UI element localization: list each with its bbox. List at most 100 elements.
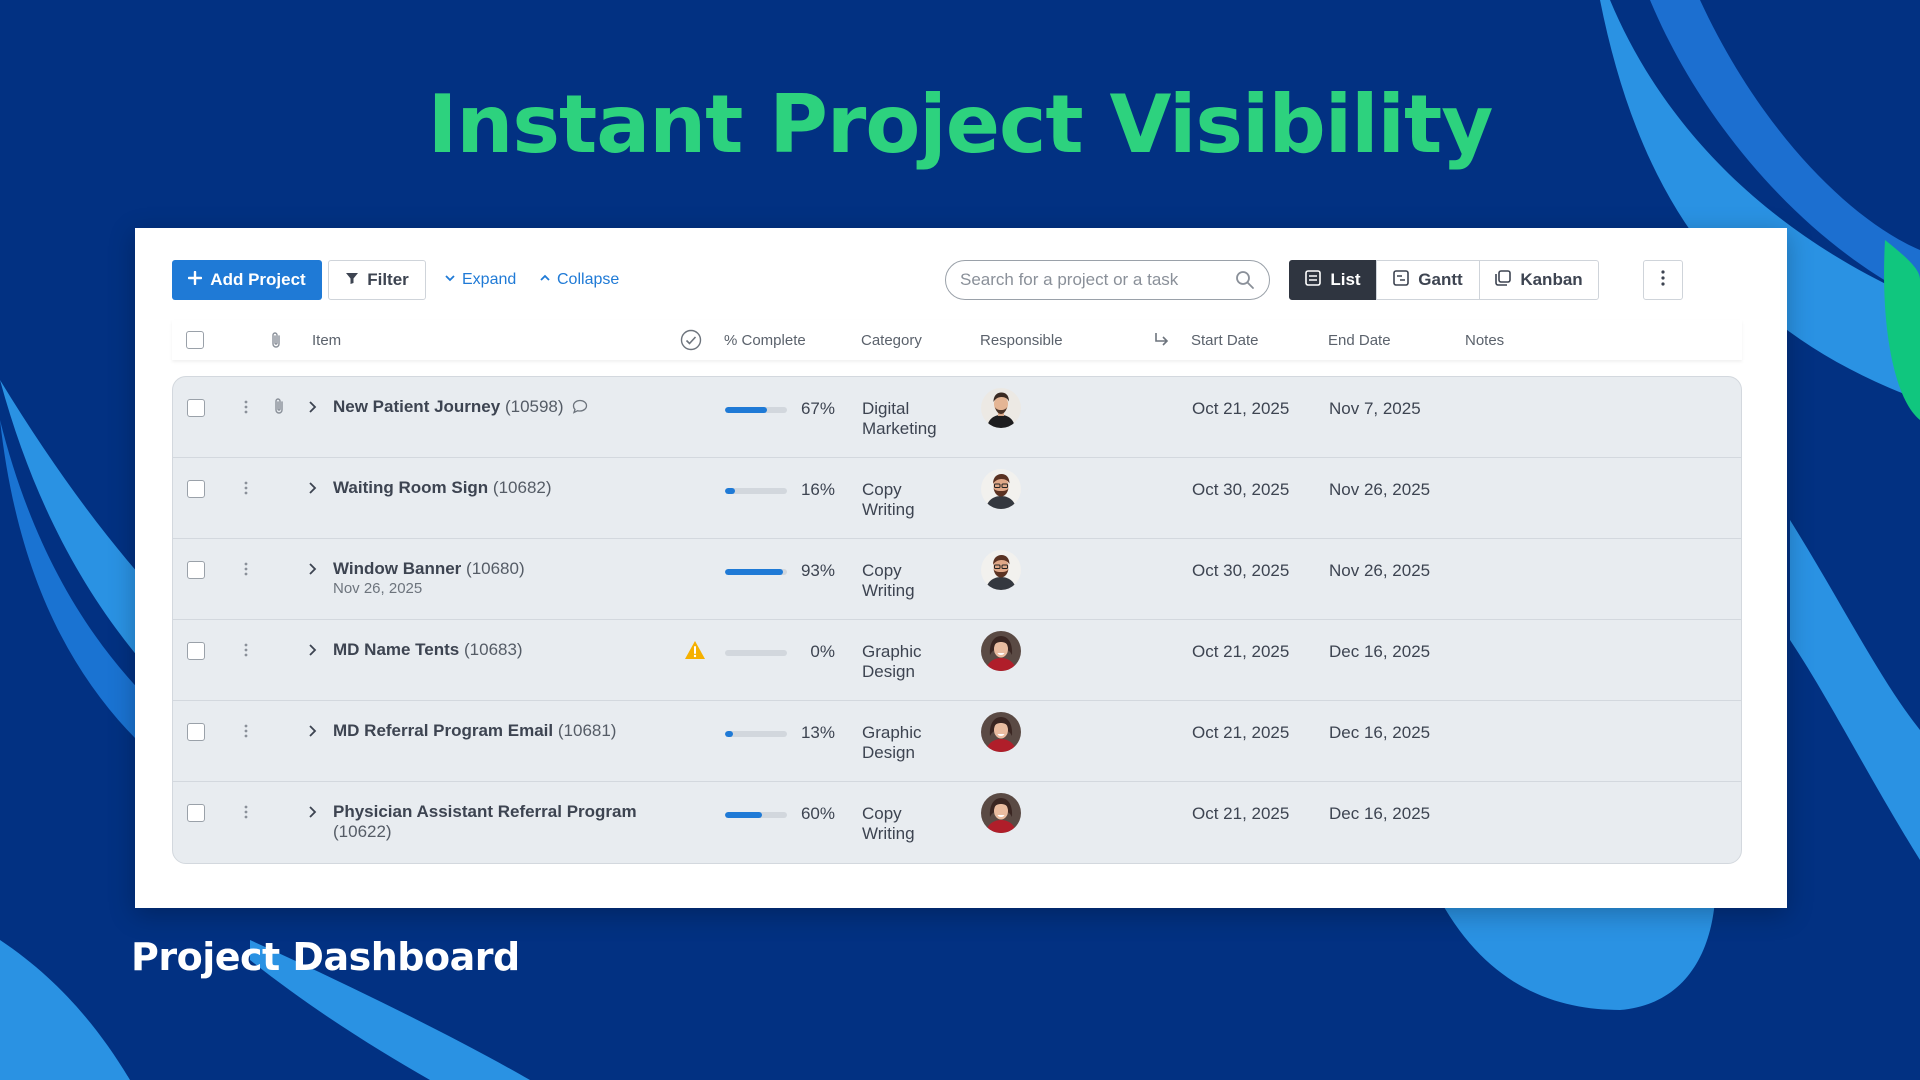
view-list-button[interactable]: List xyxy=(1289,260,1377,300)
progress-bar xyxy=(725,407,787,413)
check-circle-icon[interactable] xyxy=(680,320,702,360)
progress-percent: 60% xyxy=(800,804,835,823)
progress-cell: 16% xyxy=(725,480,835,500)
end-date[interactable]: Dec 16, 2025 xyxy=(1329,804,1430,824)
row-checkbox[interactable] xyxy=(187,642,205,660)
column-category[interactable]: Category xyxy=(861,320,922,360)
avatar[interactable] xyxy=(981,712,1021,752)
project-dashboard-card: Add Project Filter Expand Collapse Searc… xyxy=(135,228,1787,908)
collapse-button[interactable]: Collapse xyxy=(539,260,619,300)
start-date[interactable]: Oct 21, 2025 xyxy=(1192,723,1289,743)
row-menu-icon[interactable] xyxy=(243,642,249,658)
table-row[interactable]: MD Name Tents (10683) 0% Graphic Design Oct … xyxy=(173,620,1741,701)
attachment-icon[interactable] xyxy=(273,397,285,420)
row-checkbox[interactable] xyxy=(187,723,205,741)
table-row[interactable]: MD Referral Program Email (10681) 13% Grap… xyxy=(173,701,1741,782)
project-name-cell[interactable]: New Patient Journey (10598) xyxy=(333,397,673,419)
row-menu-icon[interactable] xyxy=(243,399,249,415)
row-checkbox[interactable] xyxy=(187,480,205,498)
end-date[interactable]: Dec 16, 2025 xyxy=(1329,723,1430,743)
column-notes[interactable]: Notes xyxy=(1465,320,1504,360)
end-date[interactable]: Nov 26, 2025 xyxy=(1329,561,1430,581)
category-line-2: Design xyxy=(862,662,915,681)
category-line-2: Marketing xyxy=(862,419,937,438)
expand-row-chevron-icon[interactable] xyxy=(308,399,318,419)
start-date[interactable]: Oct 21, 2025 xyxy=(1192,399,1289,419)
select-all-checkbox[interactable] xyxy=(186,331,204,349)
progress-percent: 67% xyxy=(800,399,835,418)
warning-icon[interactable] xyxy=(684,640,706,665)
search-icon[interactable] xyxy=(1235,270,1255,290)
project-name-cell[interactable]: Window Banner (10680) Nov 26, 2025 xyxy=(333,559,673,599)
project-name-cell[interactable]: MD Name Tents (10683) xyxy=(333,640,673,660)
start-date[interactable]: Oct 21, 2025 xyxy=(1192,804,1289,824)
project-name[interactable]: Physician Assistant Referral Program xyxy=(333,802,637,821)
expand-row-chevron-icon[interactable] xyxy=(308,642,318,662)
table-row[interactable]: New Patient Journey (10598) 67% Digital Ma… xyxy=(173,377,1741,458)
avatar[interactable] xyxy=(981,469,1021,509)
avatar[interactable] xyxy=(981,631,1021,671)
column-responsible[interactable]: Responsible xyxy=(980,320,1063,360)
project-name[interactable]: Waiting Room Sign xyxy=(333,478,488,497)
search-input[interactable] xyxy=(960,270,1235,290)
arrow-turn-down-right-icon[interactable] xyxy=(1153,320,1171,360)
end-date[interactable]: Nov 7, 2025 xyxy=(1329,399,1421,419)
progress-fill xyxy=(725,731,734,737)
avatar[interactable] xyxy=(981,388,1021,428)
expand-row-chevron-icon[interactable] xyxy=(308,480,318,500)
project-name[interactable]: Window Banner xyxy=(333,559,461,578)
row-checkbox[interactable] xyxy=(187,804,205,822)
project-name-cell[interactable]: MD Referral Program Email (10681) xyxy=(333,721,673,741)
avatar[interactable] xyxy=(981,793,1021,833)
more-options-button[interactable] xyxy=(1643,260,1683,300)
column-start-date[interactable]: Start Date xyxy=(1191,320,1259,360)
project-name[interactable]: MD Referral Program Email xyxy=(333,721,553,740)
expand-row-chevron-icon[interactable] xyxy=(308,561,318,581)
project-id: (10683) xyxy=(464,640,523,659)
category-line-2: Writing xyxy=(862,581,915,600)
column-complete[interactable]: % Complete xyxy=(724,320,806,360)
project-name[interactable]: MD Name Tents xyxy=(333,640,459,659)
chevron-up-icon xyxy=(539,271,551,289)
view-kanban-label: Kanban xyxy=(1520,270,1583,289)
category-line-1: Graphic xyxy=(862,723,922,742)
select-all-checkbox-cell xyxy=(186,320,204,360)
end-date[interactable]: Nov 26, 2025 xyxy=(1329,480,1430,500)
project-name[interactable]: New Patient Journey xyxy=(333,397,500,416)
table-row[interactable]: Physician Assistant Referral Program (10… xyxy=(173,782,1741,863)
project-name-cell[interactable]: Physician Assistant Referral Program (10… xyxy=(333,802,673,842)
filter-label: Filter xyxy=(367,270,409,289)
table-row[interactable]: Waiting Room Sign (10682) 16% Copy Writing O… xyxy=(173,458,1741,539)
project-name-cell[interactable]: Waiting Room Sign (10682) xyxy=(333,478,673,498)
row-checkbox[interactable] xyxy=(187,399,205,417)
add-project-button[interactable]: Add Project xyxy=(172,260,322,300)
column-item[interactable]: Item xyxy=(312,320,341,360)
row-menu-icon[interactable] xyxy=(243,561,249,577)
project-id: (10682) xyxy=(492,478,552,497)
row-checkbox[interactable] xyxy=(187,561,205,579)
start-date[interactable]: Oct 30, 2025 xyxy=(1192,480,1289,500)
start-date[interactable]: Oct 21, 2025 xyxy=(1192,642,1289,662)
row-menu-icon[interactable] xyxy=(243,804,249,820)
add-project-label: Add Project xyxy=(210,270,306,289)
expand-row-chevron-icon[interactable] xyxy=(308,723,318,743)
expand-button[interactable]: Expand xyxy=(444,260,516,300)
expand-row-chevron-icon[interactable] xyxy=(308,804,318,824)
view-kanban-button[interactable]: Kanban xyxy=(1479,260,1599,300)
headline: Instant Project Visibility xyxy=(427,78,1494,171)
end-date[interactable]: Dec 16, 2025 xyxy=(1329,642,1430,662)
view-gantt-button[interactable]: Gantt xyxy=(1376,260,1480,300)
row-menu-icon[interactable] xyxy=(243,480,249,496)
table-row[interactable]: Window Banner (10680) Nov 26, 2025 93% Copy… xyxy=(173,539,1741,620)
start-date[interactable]: Oct 30, 2025 xyxy=(1192,561,1289,581)
row-menu-icon[interactable] xyxy=(243,723,249,739)
filter-button[interactable]: Filter xyxy=(328,260,426,300)
plus-icon xyxy=(188,270,203,290)
avatar[interactable] xyxy=(981,550,1021,590)
view-list-label: List xyxy=(1330,270,1361,289)
table-header: Item % Complete Category Responsible Sta… xyxy=(172,320,1742,360)
project-id: (10622) xyxy=(333,822,392,841)
comment-icon[interactable] xyxy=(572,399,588,419)
progress-bar xyxy=(725,650,787,656)
column-end-date[interactable]: End Date xyxy=(1328,320,1391,360)
